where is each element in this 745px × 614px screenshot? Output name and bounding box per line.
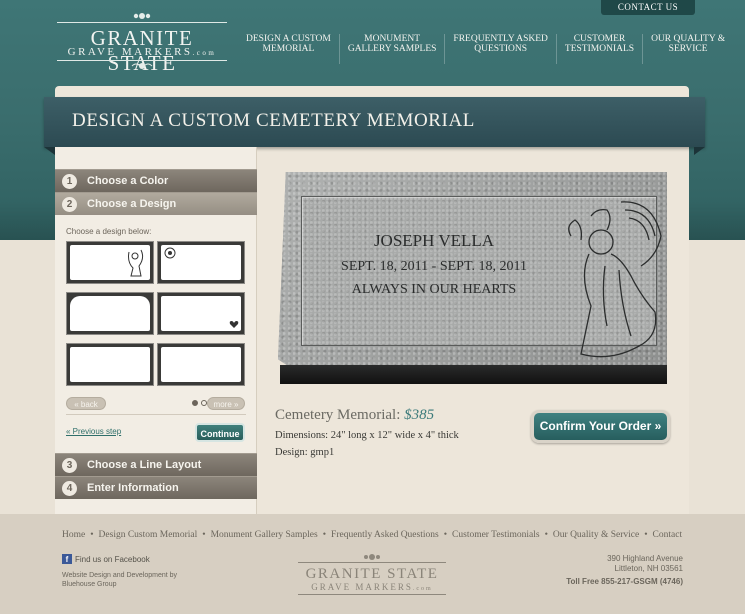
step-label: Enter Information (87, 482, 179, 494)
step-number: 1 (62, 173, 77, 189)
step-label: Choose a Line Layout (87, 459, 202, 471)
divider (66, 414, 246, 415)
step-enter-information[interactable]: 4 Enter Information (55, 476, 257, 499)
flourish-icon (133, 13, 151, 19)
angel-motif-icon (128, 249, 144, 277)
facebook-link[interactable]: f Find us on Facebook (62, 554, 150, 564)
footer-link-design[interactable]: Design Custom Memorial (99, 530, 198, 540)
design-thumb-6[interactable] (157, 343, 245, 386)
design-prompt: Choose a design below: (66, 227, 152, 236)
step-sidebar: 1 Choose a Color 2 Choose a Design Choos… (55, 147, 257, 514)
step-choose-line-layout[interactable]: 3 Choose a Line Layout (55, 453, 257, 476)
site-logo[interactable]: GRANITE STATE GRAVE MARKERS.com (57, 10, 227, 75)
footer-link-testimonials[interactable]: Customer Testimonials (452, 530, 540, 540)
back-button[interactable]: « back (66, 397, 106, 410)
preview-epitaph: ALWAYS IN OUR HEARTS (351, 282, 517, 297)
design-thumb-1[interactable] (66, 241, 154, 284)
product-design: Design: gmp1 (275, 447, 335, 458)
footer-nav: Home • Design Custom Memorial • Monument G… (62, 530, 683, 540)
step-number: 2 (62, 196, 77, 212)
step-label: Choose a Color (87, 175, 169, 187)
company-address: 390 Highland Avenue Littleton, NH 03561 … (566, 554, 683, 587)
continue-button[interactable]: Continue (195, 423, 245, 442)
product-title: Cemetery Memorial: $385 (275, 407, 435, 423)
step-number: 4 (62, 480, 77, 496)
page-title: DESIGN A CUSTOM CEMETERY MEMORIAL (72, 110, 476, 131)
contact-us-link[interactable]: CONTACT US (601, 0, 695, 15)
flower-motif-icon (164, 247, 176, 259)
footer-link-gallery[interactable]: Monument Gallery Samples (211, 530, 318, 540)
design-thumb-2[interactable] (157, 241, 245, 284)
product-price: $385 (404, 407, 435, 423)
step-choose-color[interactable]: 1 Choose a Color (55, 169, 257, 192)
nav-design-custom-memorial[interactable]: DESIGN A CUSTOM MEMORIAL (238, 34, 340, 64)
design-thumb-4[interactable] (157, 292, 245, 335)
step-label: Choose a Design (87, 198, 177, 210)
page-title-ribbon: DESIGN A CUSTOM CEMETERY MEMORIAL (44, 97, 705, 155)
footer-logo[interactable]: GRANITE STATE GRAVE MARKERS.com (298, 552, 446, 602)
footer-link-home[interactable]: Home (62, 530, 85, 540)
footer-logo-title: GRANITE STATE (305, 566, 439, 582)
page-dot[interactable] (192, 400, 198, 406)
nav-quality-service[interactable]: OUR QUALITY & SERVICE (643, 34, 733, 64)
more-button[interactable]: more » (207, 397, 245, 410)
toll-free-number[interactable]: Toll Free 855-217-GSGM (4746) (566, 577, 683, 587)
memorial-preview: JOSEPH VELLA SEPT. 18, 2011 - SEPT. 18, … (278, 172, 667, 384)
preview-dates: SEPT. 18, 2011 - SEPT. 18, 2011 (341, 259, 527, 274)
footer-link-contact[interactable]: Contact (653, 530, 683, 540)
preview-name: JOSEPH VELLA (373, 231, 495, 250)
facebook-icon: f (62, 554, 72, 564)
logo-subtitle: GRAVE MARKERS.com (67, 46, 217, 58)
design-thumb-3[interactable] (66, 292, 154, 335)
nav-monument-gallery[interactable]: MONUMENT GALLERY SAMPLES (340, 34, 446, 64)
design-credit[interactable]: Website Design and Development by Blueho… (62, 571, 202, 589)
footer-logo-subtitle: GRAVE MARKERS.com (311, 582, 433, 592)
main-nav: DESIGN A CUSTOM MEMORIAL MONUMENT GALLERY … (238, 34, 733, 64)
nav-testimonials[interactable]: CUSTOMER TESTIMONIALS (557, 34, 644, 64)
previous-step-link[interactable]: « Previous step (66, 427, 121, 436)
granite-base (280, 365, 667, 384)
heart-motif-icon (229, 321, 239, 328)
design-thumb-5[interactable] (66, 343, 154, 386)
step-choose-design[interactable]: 2 Choose a Design (55, 192, 257, 215)
angel-engraving-icon (568, 201, 662, 358)
confirm-order-button[interactable]: Confirm Your Order » (531, 410, 670, 443)
product-dimensions: Dimensions: 24" long x 12" wide x 4" thi… (275, 430, 459, 441)
nav-faq[interactable]: FREQUENTLY ASKED QUESTIONS (445, 34, 557, 64)
footer: Home • Design Custom Memorial • Monument G… (0, 514, 745, 614)
flourish-bottom-icon (131, 63, 153, 69)
step-number: 3 (62, 457, 77, 473)
flourish-icon (364, 554, 380, 560)
footer-link-quality[interactable]: Our Quality & Service (553, 530, 639, 540)
footer-link-faq[interactable]: Frequently Asked Questions (331, 530, 439, 540)
